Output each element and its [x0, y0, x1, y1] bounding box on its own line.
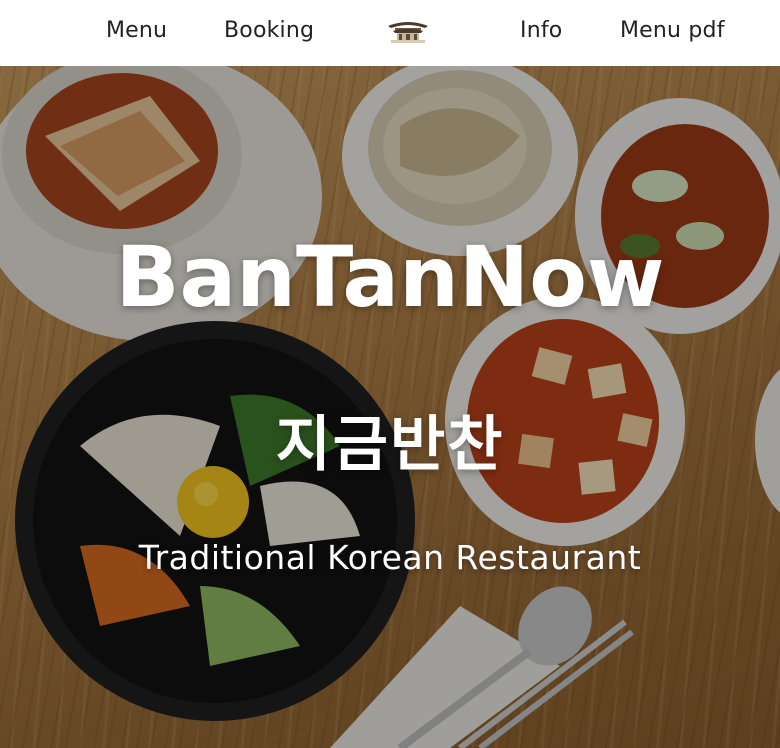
nav-link-menu-pdf[interactable]: Menu pdf — [620, 18, 725, 43]
nav-link-info[interactable]: Info — [520, 18, 562, 43]
nav-link-menu[interactable]: Menu — [106, 18, 167, 43]
restaurant-korean-name: 지금반찬 — [275, 410, 505, 480]
nav-link-booking[interactable]: Booking — [224, 18, 314, 43]
hero-banner: BanTanNow 지금반찬 Traditional Korean Restau… — [0, 66, 780, 748]
restaurant-tagline: Traditional Korean Restaurant — [138, 538, 642, 577]
restaurant-name: BanTanNow — [115, 228, 665, 326]
korean-gate-pavilion-icon[interactable] — [385, 18, 431, 46]
top-navbar: Menu Booking Info Menu pdf — [0, 0, 780, 66]
